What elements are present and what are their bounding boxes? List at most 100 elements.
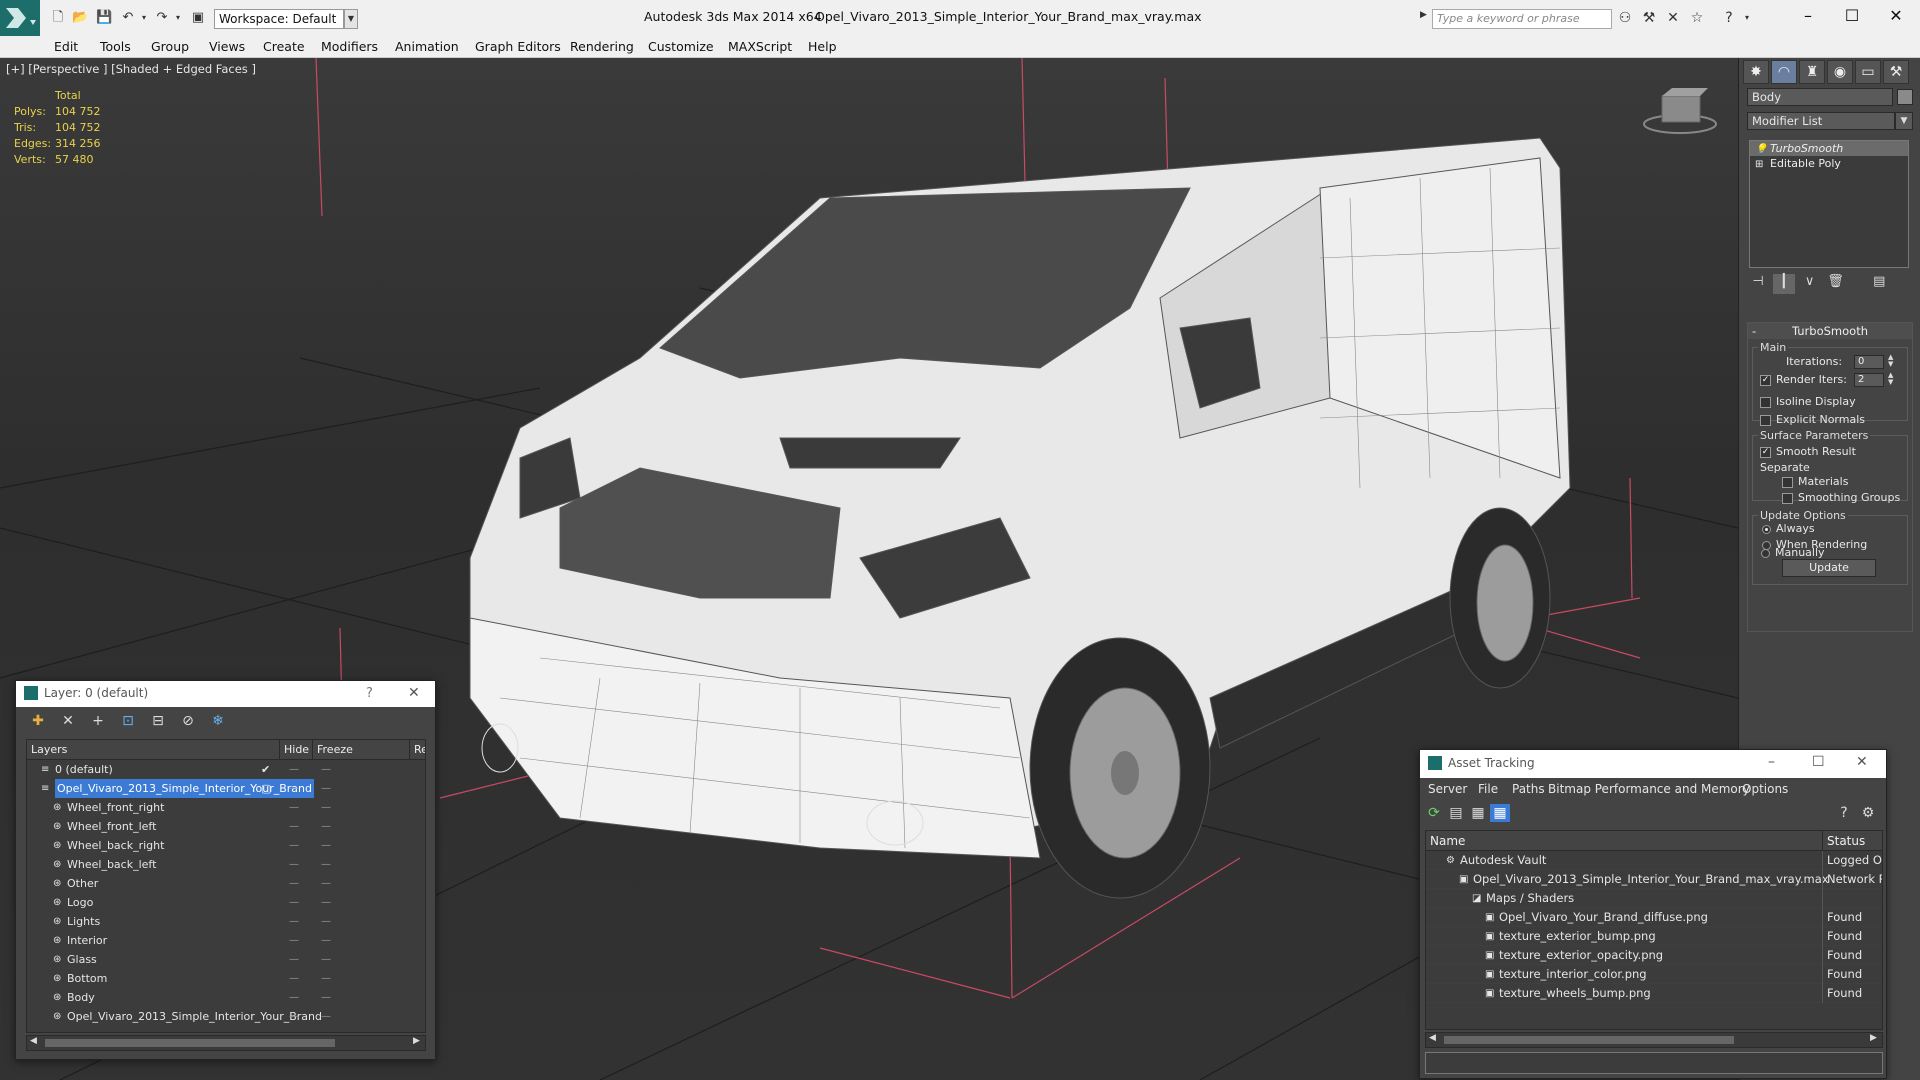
refresh-icon[interactable]: ⟳ <box>1424 804 1444 822</box>
hide-toggle[interactable]: — <box>289 855 299 874</box>
layer-row-name[interactable]: Logo <box>67 893 93 912</box>
open-file-icon[interactable]: 📂 <box>72 10 88 26</box>
undo-dropdown-icon[interactable]: ▾ <box>136 10 152 26</box>
freeze-toggle[interactable]: — <box>321 874 331 893</box>
render-iters-checkbox[interactable]: ✓ <box>1760 375 1771 386</box>
redo-dropdown-icon[interactable]: ▾ <box>170 10 186 26</box>
hierarchy-tab-icon[interactable]: ♜ <box>1799 60 1825 84</box>
freeze-toggle[interactable]: — <box>321 893 331 912</box>
maximize-button[interactable]: ☐ <box>1812 754 1825 770</box>
asset-row[interactable]: ▣ texture_exterior_opacity.png Found <box>1426 946 1882 965</box>
active-layer-check-icon[interactable]: ✔ <box>261 760 270 779</box>
layer-window-titlebar[interactable]: Layer: 0 (default) ? ✕ <box>16 681 435 707</box>
menu-group[interactable]: Group <box>151 39 189 54</box>
layer-row-name[interactable]: Bottom <box>67 969 107 988</box>
close-button[interactable]: ✕ <box>1876 4 1916 28</box>
asset-status-field[interactable] <box>1425 1052 1883 1074</box>
layer-row[interactable]: ⊛ Glass — — <box>27 950 425 969</box>
freeze-toggle[interactable]: — <box>321 836 331 855</box>
hide-toggle[interactable]: — <box>289 798 299 817</box>
motion-tab-icon[interactable]: ◉ <box>1827 60 1853 84</box>
freeze-toggle[interactable]: — <box>321 988 331 1007</box>
menu-tools[interactable]: Tools <box>100 39 131 54</box>
asset-row[interactable]: ◪ Maps / Shaders <box>1426 889 1882 908</box>
hide-toggle[interactable]: — <box>289 893 299 912</box>
asset-row[interactable]: ⚙ Autodesk Vault Logged Ou <box>1426 851 1882 870</box>
maximize-button[interactable]: ☐ <box>1832 4 1872 28</box>
modifier-list-dropdown[interactable]: Modifier List <box>1747 112 1895 130</box>
menu-graph-editors[interactable]: Graph Editors <box>475 39 561 54</box>
materials-checkbox[interactable] <box>1782 477 1793 488</box>
layer-row-name[interactable]: Interior <box>67 931 107 950</box>
delete-layer-icon[interactable]: ✕ <box>58 712 78 730</box>
scroll-right-icon[interactable]: ▶ <box>413 1036 420 1046</box>
freeze-toggle[interactable]: — <box>321 817 331 836</box>
layer-row[interactable]: ⊛ Other — — <box>27 874 425 893</box>
table-view-icon[interactable]: ▦ <box>1490 804 1510 822</box>
layer-row-name[interactable]: Other <box>67 874 98 893</box>
hide-toggle[interactable]: — <box>289 969 299 988</box>
chevron-down-icon[interactable]: ▼ <box>344 9 358 29</box>
layer-horizontal-scrollbar[interactable]: ◀ ▶ <box>26 1035 426 1051</box>
hide-toggle[interactable]: — <box>289 950 299 969</box>
col-hide[interactable]: Hide <box>279 740 309 760</box>
col-name[interactable]: Name <box>1430 831 1465 851</box>
list-view-icon[interactable]: ▤ <box>1446 804 1466 822</box>
col-freeze[interactable]: Freeze <box>312 740 353 760</box>
help-icon[interactable]: ? <box>1720 9 1738 27</box>
scroll-right-icon[interactable]: ▶ <box>1870 1033 1877 1043</box>
close-icon[interactable]: ✕ <box>408 685 420 701</box>
menu-create[interactable]: Create <box>263 39 305 54</box>
help-dropdown-icon[interactable]: ▾ <box>1738 9 1756 27</box>
col-status[interactable]: Status <box>1822 831 1865 851</box>
layer-row-name[interactable]: Opel_Vivaro_2013_Simple_Interior_Your_Br… <box>67 1007 322 1026</box>
update-button[interactable]: Update <box>1782 559 1876 577</box>
redo-icon[interactable]: ↷ <box>154 10 170 26</box>
menu-views[interactable]: Views <box>209 39 245 54</box>
layer-row-name[interactable]: 0 (default) <box>55 760 113 779</box>
select-objects-icon[interactable]: ⊡ <box>118 712 138 730</box>
object-name-field[interactable]: Body <box>1747 88 1893 106</box>
search-input[interactable]: Type a keyword or phrase <box>1432 9 1612 29</box>
new-file-icon[interactable]: 🗋 <box>50 10 66 26</box>
close-icon[interactable]: ✕ <box>1856 754 1868 770</box>
minimize-button[interactable]: – <box>1788 4 1828 28</box>
layer-row[interactable]: ⊛ Logo — — <box>27 893 425 912</box>
layer-row[interactable]: ⊛ Wheel_back_left — — <box>27 855 425 874</box>
iterations-spinner[interactable]: 0 <box>1854 355 1884 369</box>
save-file-icon[interactable]: 💾 <box>96 10 112 26</box>
layer-row-name[interactable]: Wheel_back_right <box>67 836 164 855</box>
layer-row[interactable]: ⊛ Bottom — — <box>27 969 425 988</box>
manually-radio[interactable] <box>1761 549 1770 558</box>
layer-row[interactable]: ⊛ Body — — <box>27 988 425 1007</box>
scroll-left-icon[interactable]: ◀ <box>30 1036 37 1046</box>
hide-toggle[interactable]: — <box>289 817 299 836</box>
asset-row[interactable]: ▣ Opel_Vivaro_Your_Brand_diffuse.png Found <box>1426 908 1882 927</box>
hide-toggle[interactable]: — <box>289 988 299 1007</box>
layer-row[interactable]: ⊛ Wheel_front_right — — <box>27 798 425 817</box>
isoline-display-checkbox[interactable] <box>1760 397 1771 408</box>
add-to-layer-icon[interactable]: + <box>88 712 108 730</box>
remove-modifier-icon[interactable]: 🗑 <box>1824 274 1846 294</box>
set-active-layer-icon[interactable]: ▢ <box>261 779 271 798</box>
stack-item-editable-poly[interactable]: ⊞ Editable Poly <box>1750 156 1908 171</box>
freeze-all-layers-icon[interactable]: ❄ <box>208 712 228 730</box>
new-layer-icon[interactable]: ✚ <box>28 712 48 730</box>
menu-rendering[interactable]: Rendering <box>570 39 634 54</box>
hide-all-layers-icon[interactable]: ⊘ <box>178 712 198 730</box>
asset-menu-file[interactable]: File <box>1478 782 1498 796</box>
collapse-icon[interactable]: - <box>1752 323 1756 339</box>
col-render[interactable]: Re <box>409 740 425 760</box>
freeze-toggle[interactable]: — <box>321 1007 331 1026</box>
col-layers[interactable]: Layers <box>31 740 67 760</box>
asset-menu-paths[interactable]: Paths <box>1512 782 1545 796</box>
app-menu-button[interactable] <box>0 0 40 36</box>
layer-row[interactable]: ≡ Opel_Vivaro_2013_Simple_Interior_Your_B… <box>27 779 425 798</box>
hide-toggle[interactable]: — <box>289 931 299 950</box>
asset-row[interactable]: ▣ texture_exterior_bump.png Found <box>1426 927 1882 946</box>
show-end-result-icon[interactable]: ┃ <box>1772 274 1795 294</box>
hide-toggle[interactable]: — <box>289 779 299 798</box>
layer-row-name[interactable]: Wheel_front_left <box>67 817 156 836</box>
search-expand-icon[interactable]: ▶ <box>1420 10 1427 20</box>
asset-row[interactable]: ▣ texture_wheels_bump.png Found <box>1426 984 1882 1003</box>
